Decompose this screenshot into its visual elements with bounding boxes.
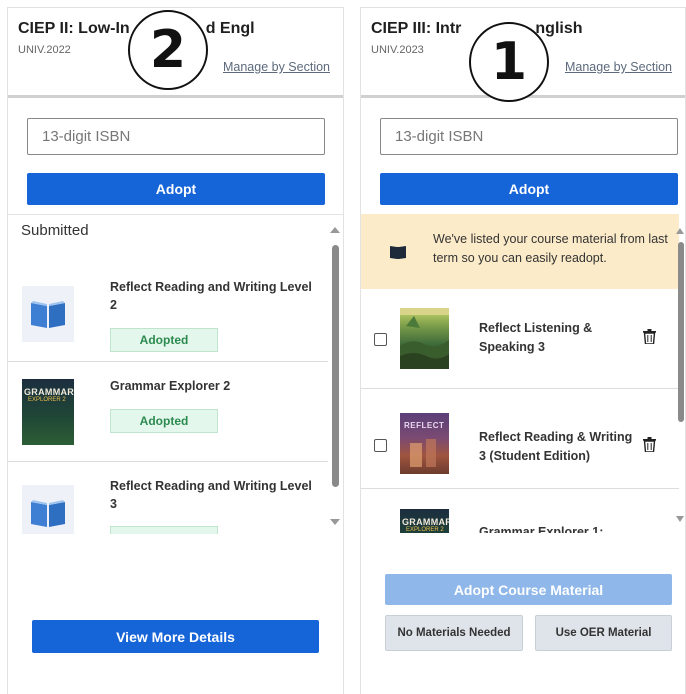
scrollbar-thumb[interactable] [678, 242, 684, 422]
isbn-input[interactable] [380, 118, 678, 155]
card-header: CIEP III: Intr nglish UNIV.2023 Manage by… [361, 8, 685, 102]
course-card-ciep-ii: CIEP II: Low-In d Engl UNIV.2022 Manage b… [7, 7, 344, 694]
book-title: Grammar Explorer 1: [479, 525, 604, 533]
course-term: UNIV.2022 [18, 44, 71, 56]
readopt-materials-list: Reflect Listening & Speaking 3 REFLECT R… [361, 289, 679, 533]
section-label: Submitted [21, 222, 89, 239]
course-title: CIEP III: Intr nglish [371, 20, 583, 37]
isbn-input[interactable] [27, 118, 325, 155]
card-header: CIEP II: Low-In d Engl UNIV.2022 Manage b… [8, 8, 343, 98]
select-checkbox[interactable] [374, 333, 387, 346]
scroll-down-arrow[interactable] [330, 519, 340, 525]
step-number-badge: 2 [128, 10, 208, 90]
book-title: Reflect Reading and Writing Level 2 [110, 280, 312, 312]
reflect-reading-cover: REFLECT [400, 413, 449, 474]
blue-book-icon [22, 286, 74, 342]
use-oer-material-button[interactable]: Use OER Material [535, 615, 672, 651]
book-title: Reflect Reading and Writing Level 3 [110, 479, 312, 511]
notice-text: We've listed your course material from l… [433, 232, 668, 265]
list-item: GRAMMAR EXPLORER 2 Grammar Explorer 2 Ad… [8, 362, 328, 462]
trash-icon[interactable] [643, 329, 656, 349]
adopted-status-badge [110, 526, 218, 534]
adopted-status-badge: Adopted [110, 328, 218, 352]
adopted-status-badge: Adopted [110, 409, 218, 433]
adopt-course-material-button[interactable]: Adopt Course Material [385, 574, 672, 605]
list-item: Reflect Listening & Speaking 3 [361, 289, 679, 389]
scroll-up-arrow[interactable] [676, 228, 684, 234]
select-checkbox[interactable] [374, 439, 387, 452]
book-title: Reflect Listening & Speaking 3 [479, 321, 593, 354]
trash-icon[interactable] [643, 437, 656, 457]
adopt-button[interactable]: Adopt [380, 173, 678, 205]
manage-by-section-link[interactable]: Manage by Section [565, 60, 672, 74]
open-book-icon [389, 244, 407, 265]
list-item: Reflect Reading and Writing Level 3 [8, 462, 328, 534]
view-more-details-button[interactable]: View More Details [32, 620, 319, 653]
step-number-badge: 1 [469, 22, 549, 102]
reflect-listening-cover [400, 308, 449, 369]
course-card-ciep-iii: CIEP III: Intr nglish UNIV.2023 Manage by… [360, 7, 686, 694]
submitted-materials-list: Submitted Reflect Reading and Writing Le… [8, 214, 343, 534]
scroll-down-arrow[interactable] [676, 516, 684, 522]
readopt-notice: We've listed your course material from l… [361, 214, 679, 289]
adopt-button[interactable]: Adopt [27, 173, 325, 205]
scroll-up-arrow[interactable] [330, 227, 340, 233]
grammar-explorer-cover: GRAMMAR EXPLORER 2 [400, 509, 449, 533]
list-item: Reflect Reading and Writing Level 2 Adop… [8, 253, 328, 362]
scrollbar-thumb[interactable] [332, 245, 339, 487]
no-materials-needed-button[interactable]: No Materials Needed [385, 615, 523, 651]
grammar-explorer-cover: GRAMMAR EXPLORER 2 [22, 379, 74, 445]
manage-by-section-link[interactable]: Manage by Section [223, 60, 330, 74]
list-item: GRAMMAR EXPLORER 2 Grammar Explorer 1: [361, 489, 679, 533]
blue-book-icon [22, 485, 74, 534]
course-term: UNIV.2023 [371, 44, 424, 56]
list-item: REFLECT Reflect Reading & Writing 3 (Stu… [361, 389, 679, 489]
book-title: Reflect Reading & Writing 3 (Student Edi… [479, 430, 633, 463]
book-title: Grammar Explorer 2 [110, 379, 231, 393]
